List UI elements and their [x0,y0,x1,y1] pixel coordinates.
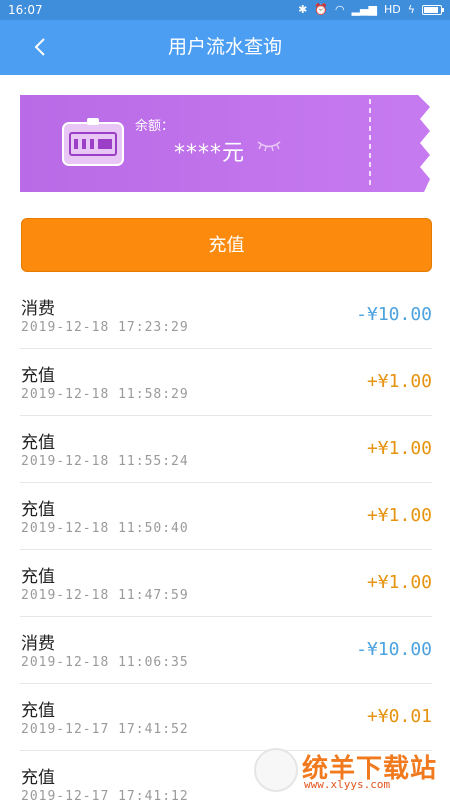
wifi-icon: ◠ [334,3,345,16]
transaction-row[interactable]: 消费 2019-12-18 17:23:29 -¥10.00 [20,282,432,349]
transaction-type: 消费 [21,634,55,654]
transaction-list: 消费 2019-12-18 17:23:29 -¥10.00 充值 2019-12-18… [0,282,450,800]
transaction-row[interactable]: 充值 2019-12-17 17:41:52 +¥0.01 [20,684,432,751]
transaction-type: 充值 [21,768,55,788]
signal-icon: ▂▄▆ [351,3,377,16]
transaction-type: 充值 [21,366,55,386]
transaction-row[interactable]: 充值 2019-12-18 11:50:40 +¥1.00 [20,483,432,550]
transaction-date: 2019-12-18 11:06:35 [21,655,189,670]
watermark-emblem [254,748,298,792]
watermark-logo: 统羊下载站 www.xlyys.com [250,746,446,796]
transaction-type: 充值 [21,567,55,587]
transaction-amount: +¥1.00 [366,572,432,593]
transaction-date: 2019-12-18 17:23:29 [21,320,189,335]
network-type: HD [383,3,401,16]
transaction-row[interactable]: 充值 2019-12-18 11:47:59 +¥1.00 [20,550,432,617]
transaction-row[interactable]: 充值 2019-12-18 11:58:29 +¥1.00 [20,349,432,416]
transaction-row[interactable]: 充值 2019-12-18 11:55:24 +¥1.00 [20,416,432,483]
transaction-amount: +¥1.00 [366,438,432,459]
transaction-date: 2019-12-17 17:41:52 [21,722,189,737]
alarm-icon: ⏰ [314,3,328,16]
status-time: 16:07 [8,3,43,17]
recharge-button[interactable]: 充值 [21,218,432,272]
transaction-amount: +¥0.01 [366,706,432,727]
status-icons: ✱ ⏰ ◠ ▂▄▆ HD ϟ [298,0,444,20]
status-bar: 16:07 ✱ ⏰ ◠ ▂▄▆ HD ϟ [0,0,450,20]
transaction-amount: +¥1.00 [366,505,432,526]
transaction-date: 2019-12-18 11:55:24 [21,454,189,469]
balance-card: 余额： ****元 [20,95,430,192]
transaction-type: 充值 [21,701,55,721]
bluetooth-icon: ✱ [298,3,308,16]
transaction-date: 2019-12-18 11:50:40 [21,521,189,536]
transaction-row[interactable]: 消费 2019-12-18 11:06:35 -¥10.00 [20,617,432,684]
transaction-type: 消费 [21,299,55,319]
transaction-date: 2019-12-18 11:47:59 [21,588,189,603]
balance-value: ****元 [174,141,246,166]
transaction-date: 2019-12-17 17:41:12 [21,789,189,800]
transaction-date: 2019-12-18 11:58:29 [21,387,189,402]
watermark-subtext: www.xlyys.com [304,778,391,791]
transaction-amount: -¥10.00 [356,304,432,325]
page-title: 用户流水查询 [167,36,282,58]
transaction-type: 充值 [21,433,55,453]
transaction-amount: +¥1.00 [366,371,432,392]
battery-icon [422,5,444,15]
balance-section: 余额： ****元 [0,75,450,195]
app-header: 用户流水查询 [0,20,450,75]
transaction-type: 充值 [21,500,55,520]
transaction-amount: -¥10.00 [356,639,432,660]
charging-icon: ϟ [407,3,415,16]
balance-label: 余额： [135,119,175,134]
